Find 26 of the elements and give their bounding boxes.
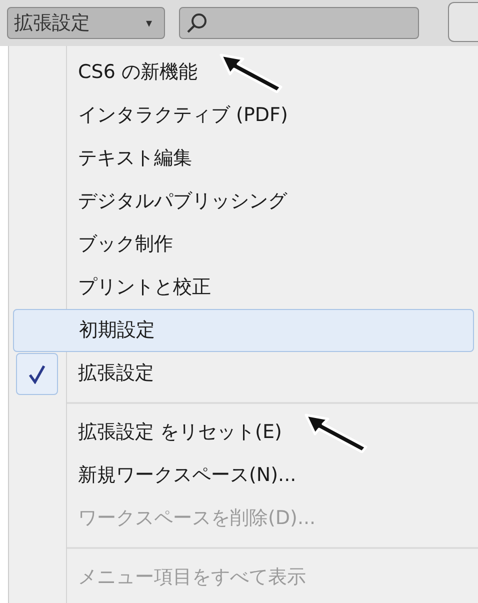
menu-item-label: テキスト編集 — [77, 146, 192, 172]
menu-item[interactable]: テキスト編集 — [9, 137, 478, 180]
menu-item[interactable]: 初期設定 — [13, 309, 474, 352]
menu-item-label: ワークスペースを削除(D)... — [77, 506, 316, 532]
menu-item-label: 拡張設定 をリセット(E) — [77, 420, 282, 446]
menu-item-label: 新規ワークスペース(N)... — [77, 463, 296, 488]
menu-item[interactable]: CS6 の新機能 — [9, 51, 478, 94]
workspace-dropdown[interactable]: 拡張設定 ▾ — [7, 7, 165, 39]
menu-item[interactable]: 拡張設定 をリセット(E) — [9, 411, 478, 454]
toolbar-button[interactable] — [448, 2, 478, 42]
menu-item[interactable]: インタラクティブ (PDF) — [9, 94, 478, 137]
menu-item-label: ブック制作 — [77, 232, 173, 258]
search-field[interactable] — [179, 7, 419, 39]
menu-item[interactable]: 新規ワークスペース(N)... — [9, 454, 478, 497]
menu-item-label: 初期設定 — [78, 318, 155, 344]
menu-item-label: プリントと校正 — [77, 275, 211, 300]
search-icon — [186, 12, 208, 34]
menu-item[interactable]: プリントと校正 — [9, 266, 478, 309]
menu-item[interactable]: ブック制作 — [9, 223, 478, 266]
menu-item-label: インタラクティブ (PDF) — [77, 103, 288, 128]
menu-item-label: 拡張設定 — [77, 361, 154, 386]
menu-item[interactable]: 拡張設定 — [9, 352, 478, 395]
menu-item[interactable]: デジタルパブリッシング — [9, 180, 478, 223]
menu-item-label: CS6 の新機能 — [77, 60, 198, 86]
menu-item-label: デジタルパブリッシング — [77, 189, 287, 214]
menu-item-label: メニュー項目をすべて表示 — [77, 565, 306, 590]
